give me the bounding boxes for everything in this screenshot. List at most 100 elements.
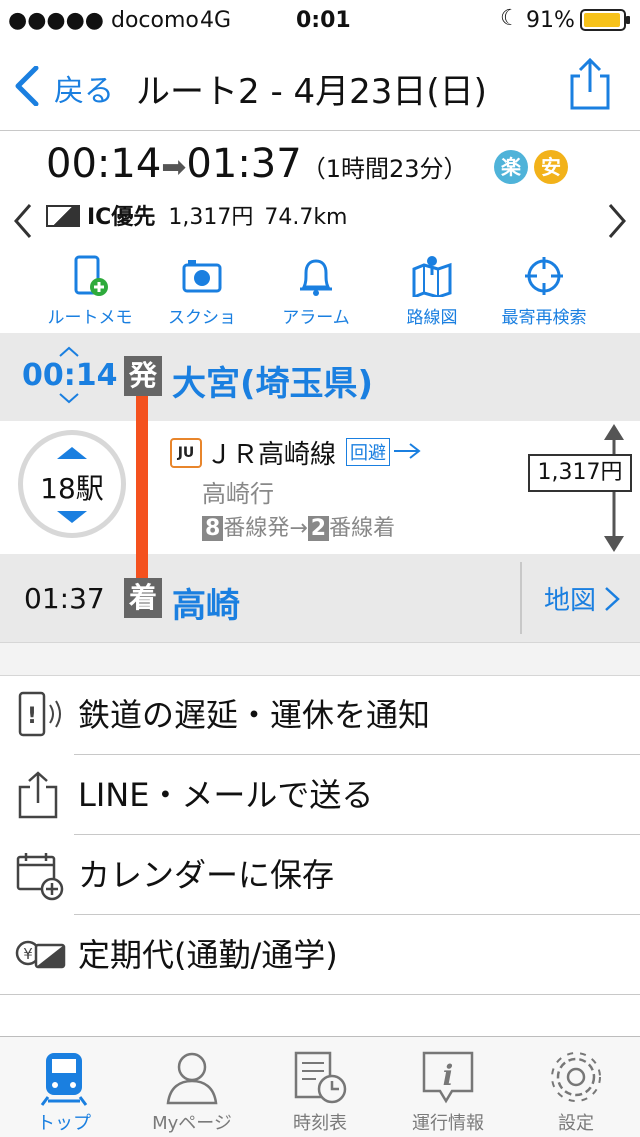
map-label: 地図 (544, 586, 597, 616)
svg-text:¥: ¥ (23, 945, 33, 963)
tab-service-info-label: 運行情報 (412, 1113, 484, 1134)
triangle-down-icon (57, 511, 87, 523)
stops-counter[interactable]: 18駅 (18, 430, 126, 538)
chevron-right-icon (608, 204, 626, 238)
tab-timetable[interactable]: 時刻表 (256, 1037, 384, 1137)
dep-time: 00:14 (22, 358, 118, 393)
arr-time: 01:37 (24, 582, 105, 615)
share-icon (570, 57, 610, 110)
info-icon: i (422, 1051, 474, 1104)
commuter-pass-label: 定期代(通勤/通学) (78, 936, 338, 974)
svg-text:!: ! (27, 704, 37, 729)
moon-icon: ☾ (500, 6, 520, 31)
tab-mypage-label: Myページ (152, 1113, 232, 1134)
delay-notify-label: 鉄道の遅延・運休を通知 (78, 696, 431, 734)
triangle-up-icon (57, 447, 87, 459)
screenshot-label: スクショ (168, 308, 236, 328)
depart-badge: 発 (124, 356, 162, 396)
fare-line: IC優先 1,317円 74.7km (46, 199, 348, 230)
arr-platform-number: 2 (307, 516, 330, 541)
bell-icon (300, 259, 332, 296)
stops-count: 18駅 (40, 472, 104, 505)
tab-mypage[interactable]: Myページ (128, 1037, 256, 1137)
share-icon (18, 771, 58, 819)
row-divider (0, 994, 640, 995)
back-label: 戻る (54, 74, 114, 109)
time-range: 00:14➡01:37（1時間23分） (46, 141, 468, 191)
status-bar: ●●●●● docomo 4G 0:01 ☾ 91% (0, 0, 640, 40)
nearest-research-label: 最寄再検索 (501, 308, 587, 328)
memo-phone-icon (74, 255, 108, 296)
page-title: ルート2 - 4月23日(日) (136, 72, 487, 112)
timetable-icon (294, 1051, 347, 1104)
duration: （1時間23分） (301, 155, 468, 183)
arrow-right-icon: ➡ (161, 150, 187, 185)
calendar-add-icon (16, 853, 64, 901)
chevron-left-icon (15, 66, 39, 106)
tab-top-label: トップ (37, 1113, 91, 1134)
calendar-save-row[interactable]: カレンダーに保存 (0, 835, 640, 915)
commuter-pass-row[interactable]: ¥ 定期代(通勤/通学) (0, 915, 640, 995)
gear-icon (551, 1052, 601, 1102)
an-badge: 安 (534, 150, 568, 184)
nearest-research-button[interactable]: 最寄再検索 (494, 255, 594, 328)
map-pin-icon (412, 256, 452, 297)
battery-icon (580, 9, 630, 31)
battery-percent: 91% (526, 8, 575, 33)
section-gap (0, 642, 640, 676)
network-label: 4G (200, 8, 232, 33)
tab-settings-label: 設定 (558, 1113, 594, 1134)
next-route-button[interactable] (604, 201, 630, 241)
dep-platform-text: 番線発→ (223, 516, 308, 541)
tab-bar: トップ Myページ 時刻表 i 運行情報 設定 (0, 1036, 640, 1137)
camera-icon (182, 260, 222, 293)
route-map-label: 路線図 (406, 308, 458, 328)
line-name[interactable]: ＪＲ高崎線 (206, 434, 336, 471)
chevron-up-icon (59, 346, 79, 357)
dep-time-adjuster[interactable]: 00:14 (20, 346, 120, 406)
detour-label: 回避 (346, 438, 390, 466)
alarm-button[interactable]: アラーム (266, 255, 366, 328)
route-line (136, 380, 148, 580)
route-map-button[interactable]: 路線図 (382, 255, 482, 328)
arr-station[interactable]: 高崎 (172, 578, 240, 627)
platform-info: 8 番線発→ 2 番線着 (202, 510, 395, 542)
calendar-save-label: カレンダーに保存 (78, 856, 335, 894)
chevron-right-icon (605, 587, 620, 611)
chevron-down-icon (59, 393, 79, 404)
chevron-left-icon (14, 204, 32, 238)
tab-settings[interactable]: 設定 (512, 1037, 640, 1137)
fare-mode: IC優先 (87, 205, 156, 230)
arrow-right-icon (394, 443, 421, 459)
section-fare: 1,317円 (528, 454, 632, 492)
dep-platform-number: 8 (202, 516, 224, 541)
distance: 74.7km (264, 205, 348, 230)
train-icon (40, 1053, 88, 1106)
person-icon (166, 1052, 218, 1105)
alarm-label: アラーム (282, 308, 350, 328)
dep-station[interactable]: 大宮(埼玉県) (172, 356, 373, 405)
divider (520, 562, 522, 634)
share-button[interactable] (566, 56, 614, 112)
line-code-badge: JU (170, 438, 202, 468)
screenshot-button[interactable]: スクショ (152, 255, 252, 328)
commuter-pass-icon: ¥ (15, 940, 66, 969)
nav-bar: 戻る ルート2 - 4月23日(日) (0, 40, 640, 131)
line-direction: 高崎行 (202, 480, 274, 508)
carrier-label: ●●●●● docomo (8, 8, 199, 33)
tab-timetable-label: 時刻表 (293, 1113, 347, 1134)
share-line-mail-row[interactable]: LINE・メールで送る (0, 755, 640, 835)
tab-top[interactable]: トップ (0, 1037, 128, 1137)
crosshair-icon (525, 257, 563, 295)
route-summary: 00:14➡01:37（1時間23分） 楽 安 IC優先 1,317円 74.7… (0, 131, 640, 331)
clock: 0:01 (296, 8, 351, 33)
route-memo-button[interactable]: ルートメモ (40, 255, 140, 328)
route-memo-label: ルートメモ (47, 308, 133, 328)
prev-route-button[interactable] (10, 201, 36, 241)
summary-fare: 1,317円 (168, 205, 254, 230)
summary-dep-time: 00:14 (46, 141, 162, 187)
share-line-mail-label: LINE・メールで送る (78, 776, 374, 814)
tab-service-info[interactable]: i 運行情報 (384, 1037, 512, 1137)
delay-notify-row[interactable]: ! 鉄道の遅延・運休を通知 (0, 675, 640, 755)
ic-card-icon (46, 205, 80, 227)
